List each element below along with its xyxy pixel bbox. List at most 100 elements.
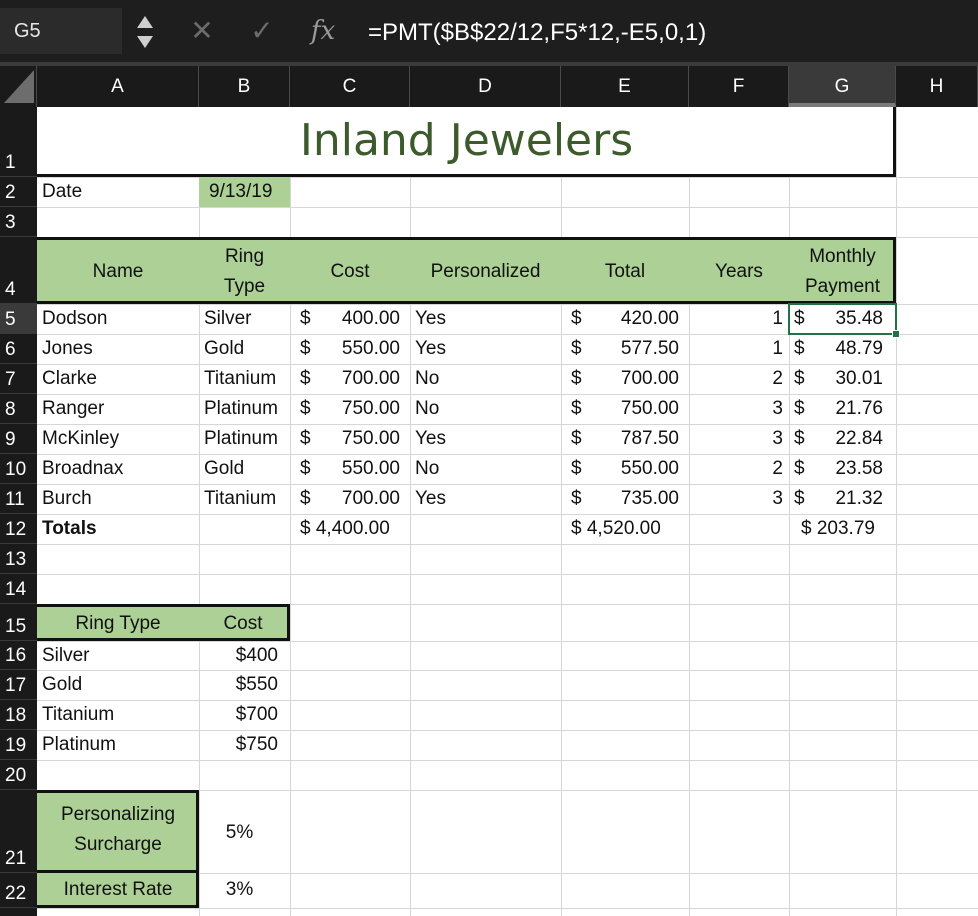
column-header-a[interactable]: A — [37, 66, 199, 107]
personalized-value: No — [415, 368, 440, 389]
totals-label: Totals — [42, 518, 97, 539]
cancel-icon[interactable]: ✕ — [184, 10, 220, 52]
row-header-20[interactable]: 20 — [0, 760, 37, 790]
row-header-4[interactable]: 4 — [0, 237, 37, 304]
gridline-horizontal — [37, 514, 978, 515]
cost-value: 550.00 — [341, 338, 400, 359]
header-personalized: Personalized — [430, 261, 541, 282]
lookup-ring-type: Platinum — [42, 734, 116, 755]
row-number: 15 — [5, 616, 27, 637]
row-header-11[interactable]: 11 — [0, 484, 37, 514]
row-header-7[interactable]: 7 — [0, 364, 37, 394]
row-header-2[interactable]: 2 — [0, 177, 37, 207]
name-box[interactable]: G5 — [0, 8, 122, 54]
cost-value: 750.00 — [341, 428, 400, 449]
row-header-10[interactable]: 10 — [0, 454, 37, 484]
row-header-22[interactable]: 22 — [0, 873, 37, 908]
gridline-horizontal — [37, 207, 978, 208]
cost-value: 550.00 — [341, 458, 400, 479]
lookup-header-type: Ring Type — [75, 613, 161, 634]
years-value: 3 — [772, 428, 783, 449]
select-all-button[interactable] — [0, 66, 37, 107]
row-number: 21 — [5, 848, 27, 869]
column-header-c[interactable]: C — [290, 66, 410, 107]
chevron-down-icon[interactable] — [137, 36, 153, 48]
row-number: 17 — [5, 675, 27, 696]
row-number: 4 — [5, 279, 16, 300]
row-number: 5 — [5, 309, 16, 330]
payment-value: 21.32 — [835, 488, 883, 509]
payment-value: 22.84 — [835, 428, 883, 449]
row-number: 10 — [5, 459, 27, 480]
row-header-16[interactable]: 16 — [0, 641, 37, 670]
gridline-horizontal — [37, 364, 978, 365]
interest-label: Interest Rate — [63, 879, 173, 900]
row-number: 1 — [5, 152, 16, 173]
insert-function-icon[interactable]: fx — [300, 10, 346, 52]
ring-type: Titanium — [204, 488, 277, 509]
column-header-d[interactable]: D — [410, 66, 561, 107]
column-header-e[interactable]: E — [561, 66, 689, 107]
total-value: 550.00 — [620, 458, 679, 479]
row-number: 12 — [5, 519, 27, 540]
formula-input[interactable]: =PMT($B$22/12,F5*12,-E5,0,1) — [354, 8, 978, 54]
gridline-horizontal — [37, 544, 978, 545]
header-monthly-1: Monthly — [809, 246, 876, 267]
name-box-stepper[interactable] — [134, 10, 156, 52]
row-number: 18 — [5, 705, 27, 726]
row-header-21[interactable]: 21 — [0, 790, 37, 873]
total-value: 750.00 — [620, 398, 679, 419]
chevron-up-icon[interactable] — [137, 16, 153, 28]
worksheet-grid[interactable]: Inland Jewelers Date 9/13/19 Name Ring Type Co… — [37, 107, 978, 916]
gridline-vertical — [689, 107, 690, 916]
gridline-horizontal — [37, 760, 978, 761]
header-ring-type-1: Ring — [224, 246, 265, 267]
column-header-g[interactable]: G — [789, 66, 896, 107]
customer-name: Ranger — [42, 398, 105, 419]
lookup-ring-type: Gold — [42, 674, 83, 695]
sheet-title: Inland Jewelers — [299, 115, 634, 166]
personalized-value: Yes — [415, 428, 446, 449]
totals-total: $ 4,520.00 — [571, 518, 661, 539]
row-header-15[interactable]: 15 — [0, 604, 37, 641]
lookup-header-cost: Cost — [223, 613, 263, 634]
column-header-h[interactable]: H — [896, 66, 978, 107]
enter-icon[interactable]: ✓ — [244, 10, 280, 52]
row-header-17[interactable]: 17 — [0, 670, 37, 700]
ring-type: Platinum — [204, 428, 278, 449]
row-header-19[interactable]: 19 — [0, 730, 37, 760]
column-headers: ABCDEFGH — [0, 66, 978, 107]
row-header-1[interactable]: 1 — [0, 107, 37, 177]
surcharge-label-2: Surcharge — [74, 834, 162, 855]
row-number: 3 — [5, 212, 16, 233]
surcharge-label-cell — [37, 790, 199, 873]
row-number: 8 — [5, 399, 16, 420]
total-value: 700.00 — [620, 368, 679, 389]
row-number: 2 — [5, 182, 16, 203]
row-header-13[interactable]: 13 — [0, 544, 37, 574]
years-value: 2 — [772, 458, 783, 479]
row-header-6[interactable]: 6 — [0, 334, 37, 364]
customer-name: Broadnax — [42, 458, 124, 479]
header-total: Total — [604, 261, 646, 282]
row-header-14[interactable]: 14 — [0, 574, 37, 604]
ring-type: Platinum — [204, 398, 278, 419]
active-cell-selection[interactable] — [788, 303, 897, 335]
header-monthly-2: Payment — [805, 276, 880, 297]
row-header-9[interactable]: 9 — [0, 424, 37, 454]
ring-type: Titanium — [204, 368, 277, 389]
row-header-5[interactable]: 5 — [0, 304, 37, 334]
row-header-12[interactable]: 12 — [0, 514, 37, 544]
surcharge-value: 5% — [225, 822, 254, 843]
ring-type: Gold — [204, 338, 245, 359]
row-header-8[interactable]: 8 — [0, 394, 37, 424]
row-header-3[interactable]: 3 — [0, 207, 37, 237]
fill-handle[interactable] — [892, 330, 900, 338]
personalized-value: No — [415, 398, 440, 419]
column-header-b[interactable]: B — [199, 66, 290, 107]
formula-bar: G5 ✕ ✓ fx =PMT($B$22/12,F5*12,-E5,0,1) — [0, 0, 978, 62]
payment-value: 21.76 — [835, 398, 883, 419]
row-header-18[interactable]: 18 — [0, 700, 37, 730]
lookup-cost: $700 — [235, 704, 278, 725]
column-header-f[interactable]: F — [689, 66, 789, 107]
